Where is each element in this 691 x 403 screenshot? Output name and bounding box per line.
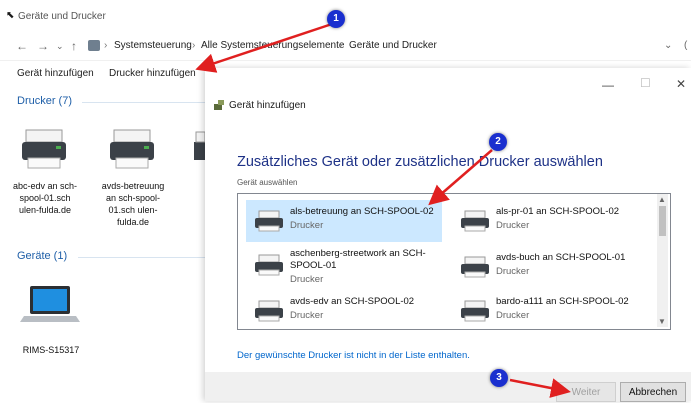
annotation-badge-1: 1: [327, 10, 345, 28]
arrow-3: [509, 378, 571, 398]
arrow-2: [428, 149, 493, 206]
annotation-badge-2: 2: [489, 133, 507, 151]
arrow-1: [195, 22, 333, 73]
annotation-arrows: [195, 22, 571, 398]
annotation-badge-3: 3: [490, 369, 508, 387]
